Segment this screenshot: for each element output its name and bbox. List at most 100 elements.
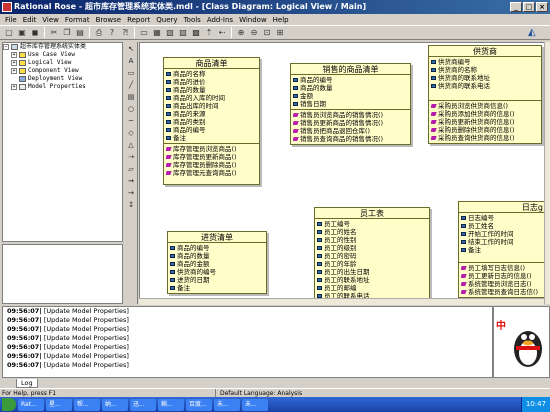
association-class-icon[interactable]: ↧	[126, 200, 136, 210]
attribute-row[interactable]: 供货商的编号	[170, 268, 264, 276]
zoom-in-icon[interactable]: ⊕	[235, 27, 247, 39]
class-log[interactable]: 日志g 日志编号 员工姓名 开始工作的时间 结束工作的时间 备注 员工填写日志信…	[458, 201, 548, 298]
browse-previous-icon[interactable]: ⇠	[216, 27, 228, 39]
app-icon[interactable]	[2, 2, 12, 12]
attribute-row[interactable]: 员工的出生日期	[317, 268, 427, 276]
browse-parent-icon[interactable]: ⇡	[203, 27, 215, 39]
class-purchase-list[interactable]: 进货清单 商品的编号 商品的数量 商品的金额 供货商的编号 进货的日期 备注	[167, 231, 267, 294]
browse-component-icon[interactable]: ▨	[177, 27, 189, 39]
operation-row[interactable]: 采购员浏览供货商信息()	[431, 102, 539, 110]
browse-class-icon[interactable]: ▦	[151, 27, 163, 39]
operation-row[interactable]: 库存管理员删除商品()	[166, 161, 257, 169]
qq-penguin-icon[interactable]	[508, 319, 548, 369]
menu-report[interactable]: Report	[124, 16, 153, 24]
operation-row[interactable]: 系统管理员查询日志信()	[461, 288, 545, 296]
attribute-row[interactable]: 供货商的联系地址	[431, 74, 539, 82]
operation-row[interactable]: 库存管理员浏览商品()	[166, 145, 257, 153]
menu-view[interactable]: View	[39, 16, 62, 24]
class-supplier[interactable]: 供货商 供货商编号 供货商的名称 供货商的联系地址 供货商的联系电话 采购员浏览…	[428, 45, 542, 144]
documentation-window[interactable]	[2, 244, 123, 304]
attribute-row[interactable]: 商品的名称	[166, 70, 257, 78]
context-help-icon[interactable]: ⁈	[119, 27, 131, 39]
expand-icon[interactable]: +	[11, 83, 17, 90]
operation-row[interactable]: 采购员删除供货商的信息()	[431, 126, 539, 134]
open-folder-icon[interactable]: ▣	[16, 27, 28, 39]
expand-icon[interactable]: +	[11, 67, 17, 74]
tree-item-model-properties[interactable]: + Model Properties	[3, 83, 122, 91]
tree-root[interactable]: − 超市库存管理系统实体类	[3, 43, 122, 51]
attribute-row[interactable]: 进货的日期	[170, 276, 264, 284]
unidirectional-association-icon[interactable]: →	[126, 188, 136, 198]
cut-icon[interactable]: ✂	[48, 27, 60, 39]
diagram-horizontal-scrollbar[interactable]	[139, 298, 544, 305]
attribute-row[interactable]: 商品的编号	[166, 126, 257, 134]
tree-item-use-case-view[interactable]: + Use Case View	[3, 51, 122, 59]
taskbar-item[interactable]: 未...	[242, 398, 268, 411]
attribute-row[interactable]: 员工的级别	[317, 244, 427, 252]
attribute-row[interactable]: 结束工作的时间	[461, 238, 545, 246]
operation-row[interactable]: 销售员把商品退回仓库()	[293, 127, 408, 135]
taskbar-item[interactable]: 蝌...	[158, 398, 184, 411]
collapse-icon[interactable]: −	[3, 43, 9, 50]
attribute-row[interactable]: 员工姓名	[461, 222, 545, 230]
fit-window-icon[interactable]: ⊡	[261, 27, 273, 39]
operation-row[interactable]: 采购员更新供货商的信息()	[431, 118, 539, 126]
new-file-icon[interactable]: ▢	[3, 27, 15, 39]
class-sold-goods-list[interactable]: 销售的商品清单 商品的编号 商品的数量 金额 销售日期 销售员浏览商品的销售情况…	[290, 63, 411, 145]
close-button[interactable]: ×	[536, 2, 548, 12]
tree-item-logical-view[interactable]: + Logical View	[3, 59, 122, 67]
attribute-row[interactable]: 金额	[293, 92, 408, 100]
attribute-row[interactable]: 开始工作的时间	[461, 230, 545, 238]
attribute-row[interactable]: 备注	[170, 284, 264, 292]
attribute-row[interactable]: 销售日期	[293, 100, 408, 108]
taskbar-item[interactable]: 纳...	[102, 398, 128, 411]
anchor-note-icon[interactable]: ╱	[126, 80, 136, 90]
attribute-row[interactable]: 商品的编号	[293, 76, 408, 84]
taskbar-item[interactable]: Rat...	[18, 398, 44, 411]
taskbar-item[interactable]: 帮...	[74, 398, 100, 411]
attribute-row[interactable]: 商品的数量	[170, 252, 264, 260]
operation-row[interactable]: 员工填写日志信息()	[461, 264, 545, 272]
attribute-row[interactable]: 员工的联系地址	[317, 276, 427, 284]
attribute-row[interactable]: 商品的进价	[166, 78, 257, 86]
operation-row[interactable]: 库存管理员更新商品()	[166, 153, 257, 161]
taskbar-item[interactable]: 迅...	[130, 398, 156, 411]
operation-row[interactable]: 采购员添加供货商的信息()	[431, 110, 539, 118]
taskbar-item[interactable]: 星...	[46, 398, 72, 411]
operation-row[interactable]: 采购员查询供货商的信息()	[431, 134, 539, 142]
attribute-row[interactable]: 商品的入库的时间	[166, 94, 257, 102]
operation-row[interactable]: 库存管理元查询商品()	[166, 169, 257, 177]
attribute-row[interactable]: 员工的密码	[317, 252, 427, 260]
selection-arrow-icon[interactable]: ↖	[126, 44, 136, 54]
text-box-icon[interactable]: A	[126, 56, 136, 66]
attribute-row[interactable]: 供货商编号	[431, 58, 539, 66]
attribute-row[interactable]: 员工的邮编	[317, 284, 427, 292]
undo-fit-icon[interactable]: ⊞	[274, 27, 286, 39]
view-doc-icon[interactable]: ▭	[138, 27, 150, 39]
attribute-row[interactable]: 备注	[166, 134, 257, 142]
attribute-row[interactable]: 商品的来源	[166, 110, 257, 118]
operation-row[interactable]: 系统管理员浏览日志()	[461, 280, 545, 288]
interface-icon[interactable]: ○	[126, 104, 136, 114]
package-icon[interactable]: ▱	[126, 164, 136, 174]
operation-row[interactable]: 销售员更新商品的销售情况()	[293, 119, 408, 127]
attribute-row[interactable]: 备注	[461, 246, 545, 254]
expand-icon[interactable]: +	[11, 59, 17, 66]
attribute-row[interactable]: 商品的数量	[166, 86, 257, 94]
class-employee[interactable]: 员工表 员工编号 员工的姓名 员工的性别 员工的级别 员工的密码 员工的年龄 员…	[314, 207, 430, 302]
operation-row[interactable]: 销售员查询商品的销售情况()	[293, 135, 408, 143]
diagram-vertical-scrollbar[interactable]	[544, 42, 550, 304]
association-icon[interactable]: ─	[126, 116, 136, 126]
tree-item-component-view[interactable]: + Component View	[3, 67, 122, 75]
log-window[interactable]: 09:56:07| [Update Model Properties] 09:5…	[2, 306, 493, 378]
paste-icon[interactable]: ▤	[74, 27, 86, 39]
log-tab[interactable]: Log	[16, 378, 38, 388]
class-icon[interactable]: ▤	[126, 92, 136, 102]
copy-icon[interactable]: ❐	[61, 27, 73, 39]
dependency-icon[interactable]: ⇢	[126, 152, 136, 162]
class-goods-list[interactable]: 商品清单 商品的名称 商品的进价 商品的数量 商品的入库的时间 商品出库的时间 …	[163, 57, 260, 185]
generalization-icon[interactable]: △	[126, 140, 136, 150]
menu-tools[interactable]: Tools	[181, 16, 204, 24]
operation-row[interactable]: 员工更新日志的信息()	[461, 272, 545, 280]
attribute-row[interactable]: 商品的编号	[170, 244, 264, 252]
